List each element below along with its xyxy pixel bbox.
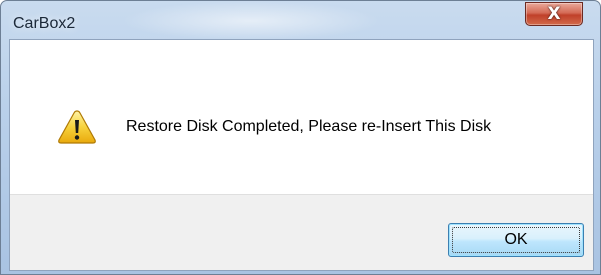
button-bar: OK xyxy=(10,194,593,270)
title-bar[interactable]: CarBox2 X xyxy=(1,1,600,41)
message-area: Restore Disk Completed, Please re-Insert… xyxy=(10,40,593,194)
close-icon: X xyxy=(547,4,561,24)
dialog-client-area: Restore Disk Completed, Please re-Insert… xyxy=(9,39,594,271)
ok-button-label: OK xyxy=(504,231,528,248)
close-button[interactable]: X xyxy=(525,2,583,26)
dialog-window: CarBox2 X Restore Disk Completed, Please… xyxy=(0,0,601,275)
warning-icon xyxy=(58,110,96,144)
message-text: Restore Disk Completed, Please re-Insert… xyxy=(126,118,492,135)
ok-button[interactable]: OK xyxy=(448,223,584,257)
window-title: CarBox2 xyxy=(13,15,76,32)
